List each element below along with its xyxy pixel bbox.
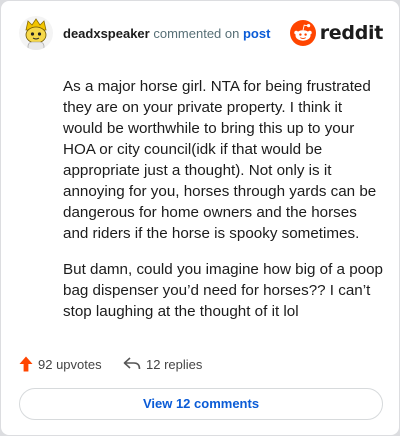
view-comments-button[interactable]: View 12 comments (19, 388, 383, 420)
author-name[interactable]: deadxspeaker (63, 26, 150, 41)
upvote-icon (19, 356, 33, 372)
comment-body: As a major horse girl. NTA for being fru… (63, 76, 383, 337)
comment-paragraph: As a major horse girl. NTA for being fru… (63, 78, 377, 242)
reddit-logo[interactable]: reddit (289, 19, 384, 47)
comment-paragraph: But damn, could you imagine how big of a… (63, 261, 383, 320)
avatar-icon (19, 16, 53, 50)
comment-card: deadxspeaker commented on post reddit As… (1, 1, 399, 435)
reply-count: 12 replies (146, 356, 203, 372)
upvote-count: 92 upvotes (38, 356, 102, 372)
comment-meta: deadxspeaker commented on post (63, 26, 270, 42)
post-link[interactable]: post (243, 26, 270, 41)
comment-footer: 92 upvotes 12 replies (19, 353, 383, 375)
reply-icon (123, 357, 141, 370)
reddit-snoo-icon (289, 20, 316, 46)
commented-on-text: commented on (153, 26, 240, 41)
replies-button[interactable]: 12 replies (123, 353, 202, 375)
user-avatar[interactable] (19, 16, 53, 50)
reddit-wordmark: reddit (319, 22, 384, 44)
comment-header: deadxspeaker commented on post reddit (19, 16, 383, 52)
upvote-button[interactable]: 92 upvotes (19, 353, 102, 375)
